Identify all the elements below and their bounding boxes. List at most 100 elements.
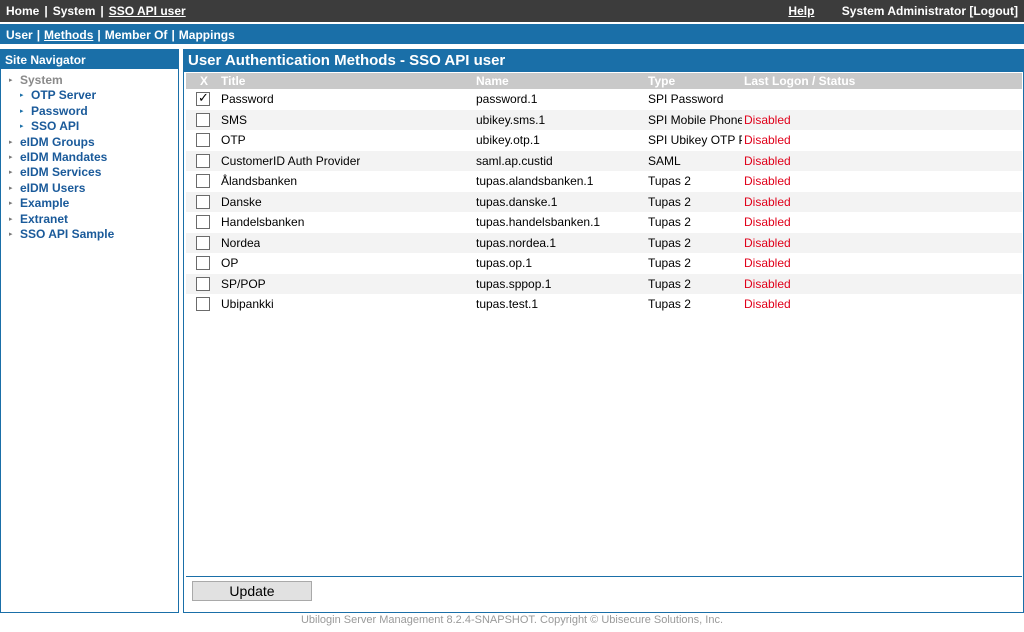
- cell-status: Disabled: [744, 153, 791, 168]
- table-row: Ubipankki tupas.test.1 Tupas 2 Disabled: [186, 294, 1022, 315]
- cell-type: Tupas 2: [648, 215, 691, 229]
- table-row: SMS ubikey.sms.1 SPI Mobile Phone Disabled: [186, 109, 1022, 130]
- top-bar-actions: Help System Administrator [Logout]: [788, 4, 1018, 18]
- cell-name: tupas.danske.1: [476, 194, 558, 209]
- column-header-x: X: [200, 74, 209, 88]
- table-row: Danske tupas.danske.1 Tupas 2 Disabled: [186, 191, 1022, 212]
- cell-status: Disabled: [744, 112, 791, 127]
- table-row: ✓ Password password.1 SPI Password: [186, 89, 1022, 110]
- cell-type: SAML: [648, 153, 681, 168]
- cell-status: Disabled: [744, 276, 791, 291]
- row-checkbox[interactable]: [196, 297, 210, 311]
- row-checkbox[interactable]: [196, 235, 210, 250]
- sub-navigation: User | Methods | Member Of | Mappings: [0, 24, 1024, 44]
- cell-title: SP/POP: [221, 276, 266, 291]
- row-checkbox[interactable]: [196, 133, 210, 147]
- sidebar-item-label: OTP Server: [31, 88, 97, 103]
- cell-type: Tupas 2: [648, 194, 691, 209]
- sidebar-item[interactable]: ▸ Example: [1, 196, 178, 211]
- sidebar-item-label: eIDM Services: [20, 165, 102, 180]
- sidebar-item[interactable]: ▸ OTP Server: [1, 88, 178, 103]
- subnav-separator: |: [97, 28, 101, 42]
- cell-title: Handelsbanken: [221, 215, 305, 229]
- subnav-methods-link[interactable]: Methods: [44, 28, 93, 42]
- row-checkbox[interactable]: [196, 174, 210, 188]
- table-row: CustomerID Auth Provider saml.ap.custid SA…: [186, 150, 1022, 171]
- cell-name: tupas.handelsbanken.1: [476, 215, 601, 229]
- row-checkbox[interactable]: [196, 215, 210, 229]
- site-navigator-title: Site Navigator: [1, 50, 178, 69]
- copyright-footer: Ubilogin Server Management 8.2.4-SNAPSHO…: [300, 614, 724, 626]
- cell-title: Password: [221, 92, 274, 106]
- table-row: Handelsbanken tupas.handelsbanken.1 Tupas …: [186, 212, 1022, 233]
- cell-name: tupas.test.1: [476, 297, 539, 311]
- triangle-right-icon: ▸: [9, 169, 13, 177]
- cell-title: Ålandsbanken: [221, 174, 298, 188]
- row-checkbox[interactable]: [196, 194, 210, 209]
- triangle-right-icon: ▸: [9, 215, 13, 223]
- sidebar-item[interactable]: ▸ SSO API Sample: [1, 227, 178, 242]
- sidebar-item[interactable]: ▸ System: [1, 73, 178, 88]
- cell-title: Danske: [221, 194, 262, 209]
- cell-status: Disabled: [744, 256, 791, 270]
- row-checkbox[interactable]: [196, 112, 210, 127]
- sidebar-item[interactable]: ▸ SSO API: [1, 119, 178, 134]
- cell-name: tupas.op.1: [476, 256, 533, 270]
- cell-name: saml.ap.custid: [476, 153, 553, 168]
- sidebar-item[interactable]: ▸ eIDM Groups: [1, 135, 178, 150]
- sidebar-item-label: Example: [20, 196, 70, 211]
- cell-title: OP: [221, 256, 239, 270]
- sidebar-item[interactable]: ▸ eIDM Services: [1, 165, 178, 180]
- cell-name: tupas.alandsbanken.1: [476, 174, 594, 188]
- cell-name: tupas.nordea.1: [476, 235, 557, 250]
- row-checkbox[interactable]: [196, 276, 210, 291]
- cell-type: SPI Ubikey OTP Provider: [648, 133, 742, 147]
- triangle-right-icon: ▸: [9, 138, 13, 146]
- update-button[interactable]: Update: [192, 581, 312, 601]
- sidebar-item[interactable]: ▸ eIDM Mandates: [1, 150, 178, 165]
- column-header-title[interactable]: Title: [221, 74, 245, 88]
- sidebar-item-label: SSO API: [31, 119, 80, 134]
- row-checkbox[interactable]: ✓: [196, 90, 210, 106]
- cell-title: Ubipankki: [221, 297, 274, 311]
- row-checkbox[interactable]: [196, 153, 210, 168]
- cell-status: Disabled: [744, 174, 791, 188]
- top-bar: Home | System | SSO API user Help System Adm…: [0, 0, 1024, 22]
- subnav-member-of-link[interactable]: Member Of: [105, 28, 168, 42]
- methods-table: X Title Name Type Last Logon / Status ✓ P…: [186, 73, 1022, 315]
- cell-title: Nordea: [221, 235, 261, 250]
- cell-type: Tupas 2: [648, 235, 691, 250]
- sidebar-item-label: eIDM Users: [20, 180, 86, 195]
- breadcrumb-current-link[interactable]: SSO API user: [109, 4, 186, 18]
- subnav-separator: |: [171, 28, 175, 42]
- table-row: Nordea tupas.nordea.1 Tupas 2 Disabled: [186, 232, 1022, 253]
- table-row: OTP ubikey.otp.1 SPI Ubikey OTP ProviderDi…: [186, 130, 1022, 151]
- admin-logout[interactable]: System Administrator [Logout]: [842, 4, 1018, 18]
- subnav-user-link[interactable]: User: [6, 28, 33, 42]
- sidebar-item-label: Password: [31, 103, 88, 118]
- triangle-right-icon: ▸: [9, 200, 13, 208]
- sidebar-item[interactable]: ▸ Extranet: [1, 212, 178, 227]
- cell-status: Disabled: [744, 297, 791, 311]
- triangle-right-icon: ▸: [20, 123, 24, 131]
- cell-name: ubikey.sms.1: [476, 112, 546, 127]
- breadcrumb-home-link[interactable]: Home: [6, 4, 39, 18]
- row-checkbox[interactable]: [196, 256, 210, 270]
- breadcrumb: Home | System | SSO API user: [6, 4, 186, 18]
- help-link[interactable]: Help: [788, 4, 814, 18]
- sidebar-item[interactable]: ▸ Password: [1, 104, 178, 119]
- table-row: OP tupas.op.1 Tupas 2 Disabled: [186, 253, 1022, 274]
- table-row: SP/POP tupas.sppop.1 Tupas 2 Disabled: [186, 273, 1022, 294]
- column-header-type[interactable]: Type: [648, 74, 742, 88]
- cell-title: OTP: [221, 133, 246, 147]
- subnav-mappings-link[interactable]: Mappings: [179, 28, 235, 42]
- breadcrumb-system-link[interactable]: System: [53, 4, 96, 18]
- sidebar-item-label: System: [20, 73, 63, 87]
- sidebar-item-label: eIDM Groups: [20, 134, 95, 149]
- sidebar-item[interactable]: ▸ eIDM Users: [1, 181, 178, 196]
- triangle-right-icon: ▸: [9, 77, 13, 84]
- column-header-status[interactable]: Last Logon / Status: [744, 74, 855, 88]
- column-header-name[interactable]: Name: [476, 74, 509, 88]
- cell-type: Tupas 2: [648, 256, 691, 270]
- page-title: User Authentication Methods - SSO API us…: [184, 50, 1023, 72]
